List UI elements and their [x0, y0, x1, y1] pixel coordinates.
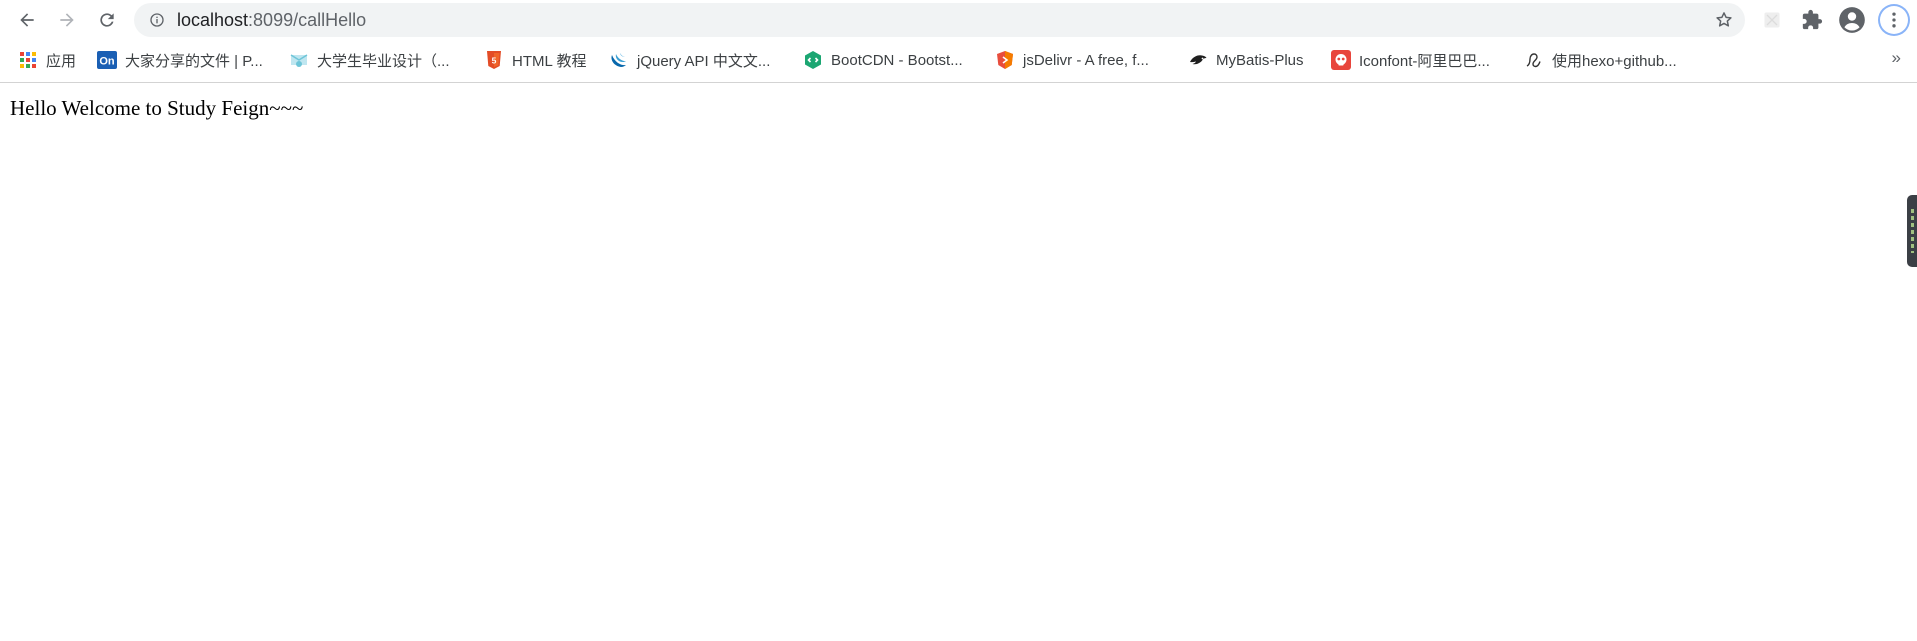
bookmark-label: 大学生毕业设计（... — [317, 52, 450, 70]
bookmark-label: jsDelivr - A free, f... — [1023, 51, 1149, 69]
bookmarks-overflow-button[interactable]: » — [1892, 48, 1901, 68]
back-button[interactable] — [11, 4, 43, 36]
url-path: :8099/callHello — [248, 10, 367, 30]
browser-toolbar: localhost:8099/callHello — [0, 0, 1917, 40]
bookmark-label: BootCDN - Bootst... — [831, 51, 963, 69]
bookmark-label: MyBatis-Plus — [1216, 51, 1304, 69]
bookmark-label: 大家分享的文件 | P... — [125, 52, 263, 70]
svg-text:5: 5 — [492, 56, 497, 66]
bookmark-mybatis-plus[interactable]: MyBatis-Plus — [1188, 48, 1304, 72]
bookmark-iconfont[interactable]: Iconfont-阿里巴巴... — [1331, 48, 1490, 72]
forward-arrow-icon — [60, 13, 74, 27]
back-arrow-icon — [20, 13, 34, 27]
bookmark-shared-files[interactable]: On 大家分享的文件 | P... — [97, 48, 263, 72]
bookmarks-bar: 应用 On 大家分享的文件 | P... 大学生毕业设计（... 5 HTML … — [0, 40, 1917, 80]
on-icon: On — [97, 50, 117, 70]
url-host: localhost — [177, 10, 249, 30]
bookmark-html-tutorial[interactable]: 5 HTML 教程 — [484, 48, 586, 72]
html-icon: 5 — [484, 50, 504, 70]
forward-button[interactable] — [51, 4, 83, 36]
toolbar-divider — [0, 82, 1917, 83]
bookmark-label: 应用 — [46, 52, 77, 70]
info-icon[interactable] — [148, 11, 166, 29]
iconfont-icon — [1331, 50, 1351, 70]
bookmark-hexo-github[interactable]: 使用hexo+github... — [1524, 48, 1677, 72]
bookmark-label: 使用hexo+github... — [1552, 52, 1677, 70]
star-icon[interactable] — [1713, 9, 1735, 31]
url-text[interactable]: localhost:8099/callHello — [177, 3, 366, 37]
bookmark-label: HTML 教程 — [512, 52, 587, 70]
svg-text:On: On — [99, 56, 115, 68]
bookmark-label: jQuery API 中文文... — [637, 52, 771, 70]
apps-grid-icon — [18, 50, 38, 70]
extension-icon[interactable] — [1758, 6, 1786, 34]
account-icon[interactable] — [1838, 6, 1866, 34]
jsdelivr-icon — [995, 50, 1015, 70]
jquery-icon — [609, 50, 629, 70]
hexo-icon — [1524, 50, 1544, 70]
bookmark-jsdelivr[interactable]: jsDelivr - A free, f... — [995, 48, 1149, 72]
bookmark-bootcdn[interactable]: BootCDN - Bootst... — [803, 48, 963, 72]
bookmark-graduation-design[interactable]: 大学生毕业设计（... — [289, 48, 450, 72]
kebab-menu-icon[interactable] — [1878, 4, 1910, 36]
bookmark-apps[interactable]: 应用 — [18, 48, 76, 72]
bootcdn-icon — [803, 50, 823, 70]
reload-icon — [100, 13, 114, 27]
bookmark-jquery-api[interactable]: jQuery API 中文文... — [609, 48, 770, 72]
reload-button[interactable] — [91, 4, 123, 36]
mybatis-bird-icon — [1188, 50, 1208, 70]
puzzle-icon[interactable] — [1798, 6, 1826, 34]
graduation-icon — [289, 50, 309, 70]
bookmark-label: Iconfont-阿里巴巴... — [1359, 52, 1490, 70]
page-body-text: Hello Welcome to Study Feign~~~ — [10, 96, 304, 120]
address-bar[interactable]: localhost:8099/callHello — [134, 3, 1745, 37]
side-panel-handle[interactable] — [1907, 195, 1917, 267]
